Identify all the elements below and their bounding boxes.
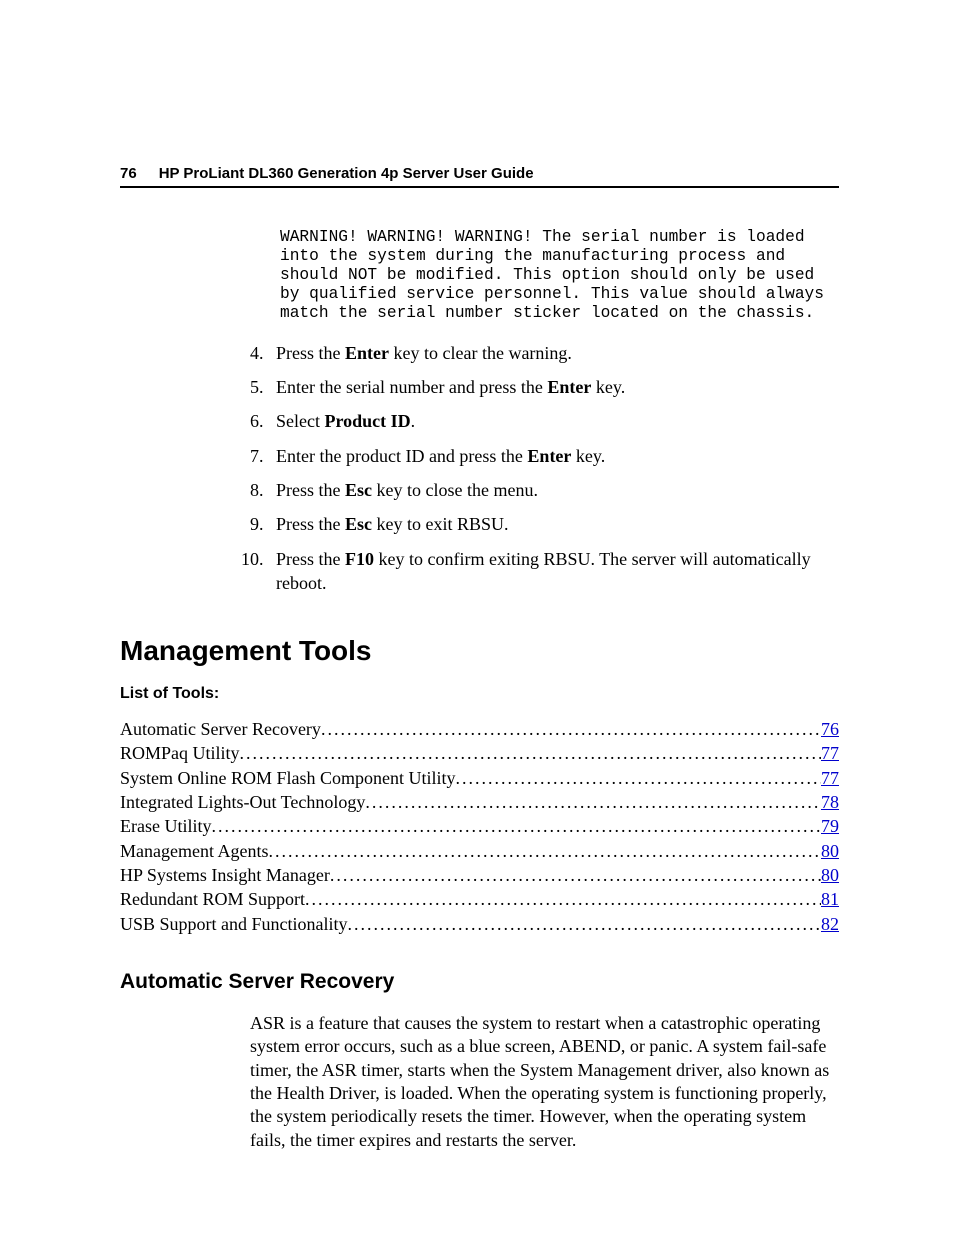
toc-dots xyxy=(268,839,821,863)
header-title: HP ProLiant DL360 Generation 4p Server U… xyxy=(159,165,534,182)
toc-dots xyxy=(211,814,821,838)
section-heading: Management Tools xyxy=(120,635,839,667)
toc-row: Integrated Lights-Out Technology 78 xyxy=(120,790,839,814)
toc-page-link[interactable]: 82 xyxy=(821,912,839,936)
body-paragraph: ASR is a feature that causes the system … xyxy=(250,1012,839,1152)
toc-row: Erase Utility 79 xyxy=(120,814,839,838)
toc-title: System Online ROM Flash Component Utilit… xyxy=(120,766,456,790)
step-4: Press the Enter key to clear the warning… xyxy=(268,341,839,365)
toc-title: Erase Utility xyxy=(120,814,211,838)
toc-title: USB Support and Functionality xyxy=(120,912,348,936)
page-header: 76 HP ProLiant DL360 Generation 4p Serve… xyxy=(120,165,839,188)
step-6: Select Product ID. xyxy=(268,409,839,433)
toc-dots xyxy=(348,912,821,936)
toc-dots xyxy=(321,717,821,741)
toc-page-link[interactable]: 80 xyxy=(821,863,839,887)
document-page: 76 HP ProLiant DL360 Generation 4p Serve… xyxy=(0,0,954,1152)
toc-row: Management Agents 80 xyxy=(120,839,839,863)
step-7: Enter the product ID and press the Enter… xyxy=(268,444,839,468)
warning-block: WARNING! WARNING! WARNING! The serial nu… xyxy=(280,228,839,323)
list-of-tools-label: List of Tools: xyxy=(120,685,839,703)
toc-row: Automatic Server Recovery 76 xyxy=(120,717,839,741)
toc-row: ROMPaq Utility 77 xyxy=(120,741,839,765)
toc-title: Automatic Server Recovery xyxy=(120,717,321,741)
toc-page-link[interactable]: 81 xyxy=(821,887,839,911)
subsection-heading: Automatic Server Recovery xyxy=(120,970,839,994)
step-10: Press the F10 key to confirm exiting RBS… xyxy=(268,547,839,596)
page-number: 76 xyxy=(120,165,137,182)
toc-page-link[interactable]: 76 xyxy=(821,717,839,741)
toc-page-link[interactable]: 77 xyxy=(821,741,839,765)
toc-title: Redundant ROM Support xyxy=(120,887,305,911)
toc-dots xyxy=(365,790,821,814)
toc-page-link[interactable]: 80 xyxy=(821,839,839,863)
toc-dots xyxy=(240,741,821,765)
toc-list: Automatic Server Recovery 76 ROMPaq Util… xyxy=(120,717,839,936)
toc-dots xyxy=(456,766,821,790)
toc-row: HP Systems Insight Manager 80 xyxy=(120,863,839,887)
toc-page-link[interactable]: 79 xyxy=(821,814,839,838)
step-5: Enter the serial number and press the En… xyxy=(268,375,839,399)
step-9: Press the Esc key to exit RBSU. xyxy=(268,512,839,536)
toc-row: USB Support and Functionality 82 xyxy=(120,912,839,936)
steps-list: Press the Enter key to clear the warning… xyxy=(120,341,839,595)
toc-row: Redundant ROM Support 81 xyxy=(120,887,839,911)
toc-title: ROMPaq Utility xyxy=(120,741,240,765)
toc-row: System Online ROM Flash Component Utilit… xyxy=(120,766,839,790)
toc-title: HP Systems Insight Manager xyxy=(120,863,330,887)
toc-dots xyxy=(330,863,821,887)
toc-title: Integrated Lights-Out Technology xyxy=(120,790,365,814)
toc-page-link[interactable]: 78 xyxy=(821,790,839,814)
step-8: Press the Esc key to close the menu. xyxy=(268,478,839,502)
toc-title: Management Agents xyxy=(120,839,268,863)
toc-page-link[interactable]: 77 xyxy=(821,766,839,790)
toc-dots xyxy=(305,887,821,911)
